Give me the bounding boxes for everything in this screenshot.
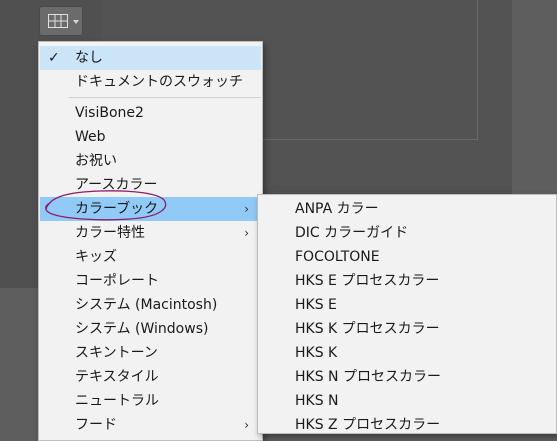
menu-item-label: キッズ — [75, 249, 117, 265]
menu-separator — [69, 97, 261, 98]
submenu-item-hks-k-process[interactable]: HKS K プロセスカラー — [259, 317, 555, 341]
menu-item-label: アースカラー — [75, 177, 158, 193]
submenu-item-label: HKS Z プロセスカラー — [295, 417, 441, 433]
grid-dropdown-button[interactable] — [39, 6, 83, 36]
submenu-item-hks-n[interactable]: HKS N — [259, 389, 555, 413]
menu-item-kids[interactable]: キッズ — [40, 245, 261, 269]
menu-item-label: テキスタイル — [75, 369, 159, 385]
menu-item-color-books[interactable]: カラーブック › — [40, 197, 261, 221]
menu-item-label: フード — [75, 417, 117, 433]
menu-item-food[interactable]: フード › — [40, 413, 261, 437]
submenu-item-hks-z-process[interactable]: HKS Z プロセスカラー — [259, 413, 555, 437]
menu-item-label: VisiBone2 — [75, 105, 144, 121]
menu-item-corporate[interactable]: コーポレート — [40, 269, 261, 293]
submenu-item-anpa[interactable]: ANPA カラー — [259, 197, 555, 221]
menu-item-color-properties[interactable]: カラー特性 › — [40, 221, 261, 245]
menu-item-neutral[interactable]: ニュートラル — [40, 389, 261, 413]
submenu-item-hks-e[interactable]: HKS E — [259, 293, 555, 317]
caret-down-icon — [73, 20, 79, 24]
menu-item-label: お祝い — [75, 153, 117, 169]
submenu-item-label: HKS E プロセスカラー — [295, 273, 440, 289]
menu-item-celebration[interactable]: お祝い — [40, 149, 261, 173]
checkmark-icon: ✓ — [48, 50, 60, 66]
grid-icon — [48, 14, 68, 28]
submenu-item-label: HKS N — [295, 393, 339, 409]
submenu-item-hks-k[interactable]: HKS K — [259, 341, 555, 365]
menu-item-label: ドキュメントのスウォッチ — [75, 74, 243, 90]
submenu-item-label: HKS K — [295, 345, 338, 361]
chevron-right-icon: › — [244, 202, 249, 216]
submenu-item-hks-e-process[interactable]: HKS E プロセスカラー — [259, 269, 555, 293]
menu-item-label: システム (Windows) — [75, 321, 209, 337]
color-books-submenu: ANPA カラー DIC カラーガイド FOCOLTONE HKS E プロセス… — [257, 194, 557, 434]
submenu-item-label: HKS E — [295, 297, 337, 313]
submenu-item-hks-n-process[interactable]: HKS N プロセスカラー — [259, 365, 555, 389]
submenu-item-label: HKS K プロセスカラー — [295, 321, 440, 337]
menu-item-label: カラーブック — [75, 201, 159, 217]
menu-item-label: ニュートラル — [75, 393, 159, 409]
menu-item-system-mac[interactable]: システム (Macintosh) — [40, 293, 261, 317]
menu-item-label: Web — [75, 129, 106, 145]
menu-item-skin-tone[interactable]: スキントーン — [40, 341, 261, 365]
chevron-right-icon: › — [244, 226, 249, 240]
submenu-item-focoltone[interactable]: FOCOLTONE — [259, 245, 555, 269]
menu-item-web[interactable]: Web — [40, 125, 261, 149]
menu-item-system-windows[interactable]: システム (Windows) — [40, 317, 261, 341]
chevron-right-icon: › — [244, 418, 249, 432]
submenu-item-label: FOCOLTONE — [295, 249, 380, 265]
menu-item-earth-colors[interactable]: アースカラー — [40, 173, 261, 197]
submenu-item-label: ANPA カラー — [295, 201, 379, 217]
submenu-item-dic[interactable]: DIC カラーガイド — [259, 221, 555, 245]
menu-item-visibone2[interactable]: VisiBone2 — [40, 101, 261, 125]
menu-item-label: なし — [75, 50, 103, 66]
menu-item-none[interactable]: ✓ なし — [40, 46, 261, 70]
menu-item-document-swatches[interactable]: ドキュメントのスウォッチ — [40, 70, 261, 94]
menu-item-label: システム (Macintosh) — [75, 297, 218, 313]
submenu-item-label: DIC カラーガイド — [295, 225, 409, 241]
swatch-library-menu: ✓ なし ドキュメントのスウォッチ VisiBone2 Web お祝い アースカ… — [38, 41, 263, 441]
menu-item-label: スキントーン — [75, 345, 158, 361]
submenu-item-label: HKS N プロセスカラー — [295, 369, 441, 385]
menu-item-label: カラー特性 — [75, 225, 145, 241]
menu-item-textile[interactable]: テキスタイル — [40, 365, 261, 389]
menu-item-label: コーポレート — [75, 273, 159, 289]
